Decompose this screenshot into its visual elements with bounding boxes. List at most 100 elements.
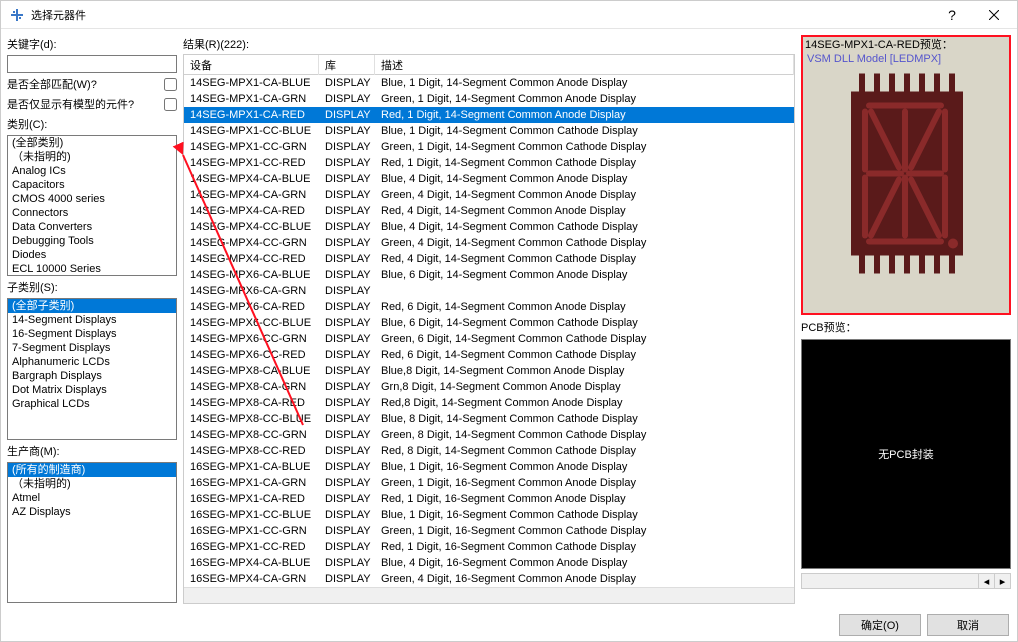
horizontal-scrollbar[interactable] — [184, 587, 794, 603]
list-item[interactable]: （未指明的) — [8, 150, 176, 164]
cell-library: DISPLAY — [319, 316, 375, 330]
list-item[interactable]: AZ Displays — [8, 505, 176, 519]
manufacturers-listbox[interactable]: (所有的制造商)（未指明的)AtmelAZ Displays — [7, 462, 177, 603]
list-item[interactable]: Data Converters — [8, 220, 176, 234]
list-item[interactable]: (所有的制造商) — [8, 463, 176, 477]
table-row[interactable]: 14SEG-MPX8-CA-BLUEDISPLAYBlue,8 Digit, 1… — [184, 363, 794, 379]
cell-device: 16SEG-MPX1-CA-BLUE — [184, 460, 319, 474]
list-item[interactable]: Bargraph Displays — [8, 369, 176, 383]
cell-device: 14SEG-MPX6-CC-GRN — [184, 332, 319, 346]
table-row[interactable]: 14SEG-MPX6-CC-BLUEDISPLAYBlue, 6 Digit, … — [184, 315, 794, 331]
grid-header[interactable]: 设备 库 描述 — [184, 55, 794, 75]
table-row[interactable]: 16SEG-MPX4-CA-GRNDISPLAYGreen, 4 Digit, … — [184, 571, 794, 587]
cancel-button[interactable]: 取消 — [927, 614, 1009, 636]
table-row[interactable]: 14SEG-MPX8-CC-REDDISPLAYRed, 8 Digit, 14… — [184, 443, 794, 459]
app-icon — [9, 7, 25, 23]
list-item[interactable]: Atmel — [8, 491, 176, 505]
keyword-input[interactable] — [7, 55, 177, 73]
cell-description: Blue, 1 Digit, 16-Segment Common Cathode… — [375, 508, 794, 522]
table-row[interactable]: 16SEG-MPX1-CC-GRNDISPLAYGreen, 1 Digit, … — [184, 523, 794, 539]
cell-library: DISPLAY — [319, 572, 375, 586]
cell-description: Green, 8 Digit, 14-Segment Common Cathod… — [375, 428, 794, 442]
table-row[interactable]: 14SEG-MPX1-CC-REDDISPLAYRed, 1 Digit, 14… — [184, 155, 794, 171]
cell-library: DISPLAY — [319, 540, 375, 554]
list-item[interactable]: CMOS 4000 series — [8, 192, 176, 206]
col-device[interactable]: 设备 — [184, 55, 319, 75]
list-item[interactable]: Graphical LCDs — [8, 397, 176, 411]
table-row[interactable]: 14SEG-MPX4-CC-GRNDISPLAYGreen, 4 Digit, … — [184, 235, 794, 251]
cell-description: Blue, 8 Digit, 14-Segment Common Cathode… — [375, 412, 794, 426]
cell-library: DISPLAY — [319, 476, 375, 490]
list-item[interactable]: Alphanumeric LCDs — [8, 355, 176, 369]
cell-library: DISPLAY — [319, 460, 375, 474]
table-row[interactable]: 16SEG-MPX1-CC-REDDISPLAYRed, 1 Digit, 16… — [184, 539, 794, 555]
table-row[interactable]: 14SEG-MPX8-CC-GRNDISPLAYGreen, 8 Digit, … — [184, 427, 794, 443]
cell-description: Red,8 Digit, 14-Segment Common Anode Dis… — [375, 396, 794, 410]
table-row[interactable]: 14SEG-MPX4-CC-BLUEDISPLAYBlue, 4 Digit, … — [184, 219, 794, 235]
cell-library: DISPLAY — [319, 428, 375, 442]
list-item[interactable]: (全部子类别) — [8, 299, 176, 313]
table-row[interactable]: 14SEG-MPX6-CC-REDDISPLAYRed, 6 Digit, 14… — [184, 347, 794, 363]
table-row[interactable]: 14SEG-MPX8-CA-REDDISPLAYRed,8 Digit, 14-… — [184, 395, 794, 411]
cell-device: 14SEG-MPX4-CA-GRN — [184, 188, 319, 202]
table-row[interactable]: 14SEG-MPX6-CC-GRNDISPLAYGreen, 6 Digit, … — [184, 331, 794, 347]
table-row[interactable]: 14SEG-MPX8-CC-BLUEDISPLAYBlue, 8 Digit, … — [184, 411, 794, 427]
cell-description: Blue, 6 Digit, 14-Segment Common Cathode… — [375, 316, 794, 330]
list-item[interactable]: (全部类别) — [8, 136, 176, 150]
cell-description: Red, 1 Digit, 16-Segment Common Anode Di… — [375, 492, 794, 506]
subcategories-listbox[interactable]: (全部子类别)14-Segment Displays16-Segment Dis… — [7, 298, 177, 439]
pcb-preview-text: 无PCB封装 — [878, 446, 934, 462]
table-row[interactable]: 14SEG-MPX4-CA-BLUEDISPLAYBlue, 4 Digit, … — [184, 171, 794, 187]
list-item[interactable]: Connectors — [8, 206, 176, 220]
table-row[interactable]: 14SEG-MPX6-CA-BLUEDISPLAYBlue, 6 Digit, … — [184, 267, 794, 283]
table-row[interactable]: 16SEG-MPX4-CA-BLUEDISPLAYBlue, 4 Digit, … — [184, 555, 794, 571]
table-row[interactable]: 14SEG-MPX1-CA-GRNDISPLAYGreen, 1 Digit, … — [184, 91, 794, 107]
list-item[interactable]: Diodes — [8, 248, 176, 262]
cell-library: DISPLAY — [319, 188, 375, 202]
table-row[interactable]: 16SEG-MPX1-CA-REDDISPLAYRed, 1 Digit, 16… — [184, 491, 794, 507]
table-row[interactable]: 14SEG-MPX1-CC-BLUEDISPLAYBlue, 1 Digit, … — [184, 123, 794, 139]
table-row[interactable]: 14SEG-MPX1-CA-BLUEDISPLAYBlue, 1 Digit, … — [184, 75, 794, 91]
table-row[interactable]: 14SEG-MPX6-CA-REDDISPLAYRed, 6 Digit, 14… — [184, 299, 794, 315]
list-item[interactable]: Dot Matrix Displays — [8, 383, 176, 397]
list-item[interactable]: Capacitors — [8, 178, 176, 192]
table-row[interactable]: 16SEG-MPX1-CC-BLUEDISPLAYBlue, 1 Digit, … — [184, 507, 794, 523]
table-row[interactable]: 14SEG-MPX8-CA-GRNDISPLAYGrn,8 Digit, 14-… — [184, 379, 794, 395]
col-library[interactable]: 库 — [319, 55, 375, 75]
list-item[interactable]: 16-Segment Displays — [8, 327, 176, 341]
results-grid[interactable]: 设备 库 描述 14SEG-MPX1-CA-BLUEDISPLAYBlue, 1… — [183, 54, 795, 604]
list-item[interactable]: 14-Segment Displays — [8, 313, 176, 327]
table-row[interactable]: 16SEG-MPX1-CA-GRNDISPLAYGreen, 1 Digit, … — [184, 475, 794, 491]
table-row[interactable]: 14SEG-MPX4-CC-REDDISPLAYRed, 4 Digit, 14… — [184, 251, 794, 267]
cell-device: 14SEG-MPX8-CA-GRN — [184, 380, 319, 394]
cell-device: 14SEG-MPX6-CC-BLUE — [184, 316, 319, 330]
cell-description: Green, 4 Digit, 14-Segment Common Anode … — [375, 188, 794, 202]
ok-button[interactable]: 确定(O) — [839, 614, 921, 636]
categories-listbox[interactable]: (全部类别)（未指明的)Analog ICsCapacitorsCMOS 400… — [7, 135, 177, 276]
cell-device: 14SEG-MPX6-CA-RED — [184, 300, 319, 314]
list-item[interactable]: Analog ICs — [8, 164, 176, 178]
table-row[interactable]: 14SEG-MPX6-CA-GRNDISPLAY — [184, 283, 794, 299]
help-button[interactable]: ? — [931, 1, 973, 28]
match-whole-checkbox[interactable] — [164, 78, 177, 91]
list-item[interactable]: （未指明的) — [8, 477, 176, 491]
table-row[interactable]: 14SEG-MPX1-CA-REDDISPLAYRed, 1 Digit, 14… — [184, 107, 794, 123]
cell-device: 14SEG-MPX1-CA-RED — [184, 108, 319, 122]
cell-library: DISPLAY — [319, 156, 375, 170]
col-description[interactable]: 描述 — [375, 55, 794, 75]
table-row[interactable]: 14SEG-MPX4-CA-REDDISPLAYRed, 4 Digit, 14… — [184, 203, 794, 219]
table-row[interactable]: 14SEG-MPX1-CC-GRNDISPLAYGreen, 1 Digit, … — [184, 139, 794, 155]
list-item[interactable]: 7-Segment Displays — [8, 341, 176, 355]
only-models-checkbox[interactable] — [164, 98, 177, 111]
results-label: 结果(R)(222): — [183, 35, 795, 53]
cell-device: 14SEG-MPX8-CA-BLUE — [184, 364, 319, 378]
table-row[interactable]: 16SEG-MPX1-CA-BLUEDISPLAYBlue, 1 Digit, … — [184, 459, 794, 475]
model-text: VSM DLL Model [LEDMPX] — [807, 53, 1005, 65]
close-button[interactable] — [973, 1, 1015, 28]
table-row[interactable]: 14SEG-MPX4-CA-GRNDISPLAYGreen, 4 Digit, … — [184, 187, 794, 203]
list-item[interactable]: ECL 10000 Series — [8, 262, 176, 276]
preview-scroll-left[interactable]: ◂ — [978, 574, 994, 588]
cell-device: 14SEG-MPX6-CA-GRN — [184, 284, 319, 298]
list-item[interactable]: Debugging Tools — [8, 234, 176, 248]
preview-scroll-right[interactable]: ▸ — [994, 574, 1010, 588]
